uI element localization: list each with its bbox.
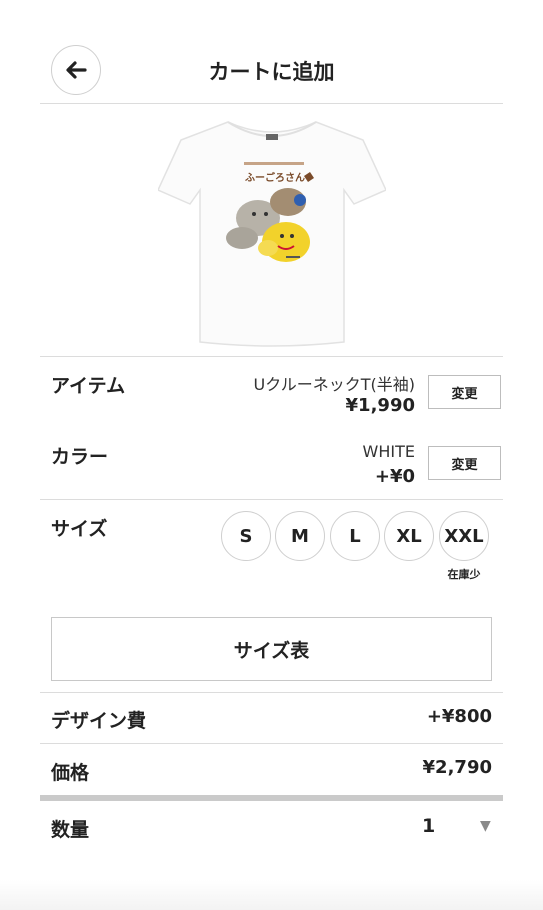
color-name: WHITE — [362, 442, 415, 461]
triangle-down-icon[interactable]: ▼ — [480, 818, 491, 834]
size-option-s[interactable]: S — [221, 511, 271, 561]
size-table-divider — [40, 692, 503, 693]
design-fee-value: +¥800 — [426, 706, 492, 727]
product-print-caption: ふーごろさん — [245, 173, 305, 184]
quantity-select[interactable]: 1 — [422, 815, 435, 837]
header-divider — [40, 103, 503, 104]
design-fee-divider — [40, 743, 503, 744]
item-price: ¥1,990 — [345, 395, 415, 416]
item-label: アイテム — [51, 375, 126, 397]
page-title: カートに追加 — [208, 60, 335, 84]
color-label: カラー — [51, 446, 109, 468]
item-change-button[interactable]: 変更 — [428, 375, 501, 409]
color-change-button[interactable]: 変更 — [428, 446, 501, 480]
quantity-label: 数量 — [51, 819, 90, 841]
design-fee-label: デザイン費 — [51, 710, 147, 732]
size-option-l[interactable]: L — [330, 511, 380, 561]
size-option-xl[interactable]: XL — [384, 511, 434, 561]
price-label: 価格 — [51, 762, 90, 784]
low-stock-note: 在庫少 — [447, 568, 481, 581]
section-separator — [40, 795, 503, 801]
size-option-xxl[interactable]: XXL — [439, 511, 489, 561]
price-value: ¥2,790 — [422, 757, 492, 778]
product-divider — [40, 356, 503, 357]
product-image — [156, 110, 388, 350]
item-name: UクルーネックT(半袖) — [253, 375, 416, 394]
size-table-button[interactable]: サイズ表 — [51, 617, 492, 681]
color-divider — [40, 499, 503, 500]
bottom-edge — [0, 880, 543, 910]
color-price: +¥0 — [374, 466, 415, 487]
size-label: サイズ — [51, 518, 108, 540]
size-option-m[interactable]: M — [275, 511, 325, 561]
